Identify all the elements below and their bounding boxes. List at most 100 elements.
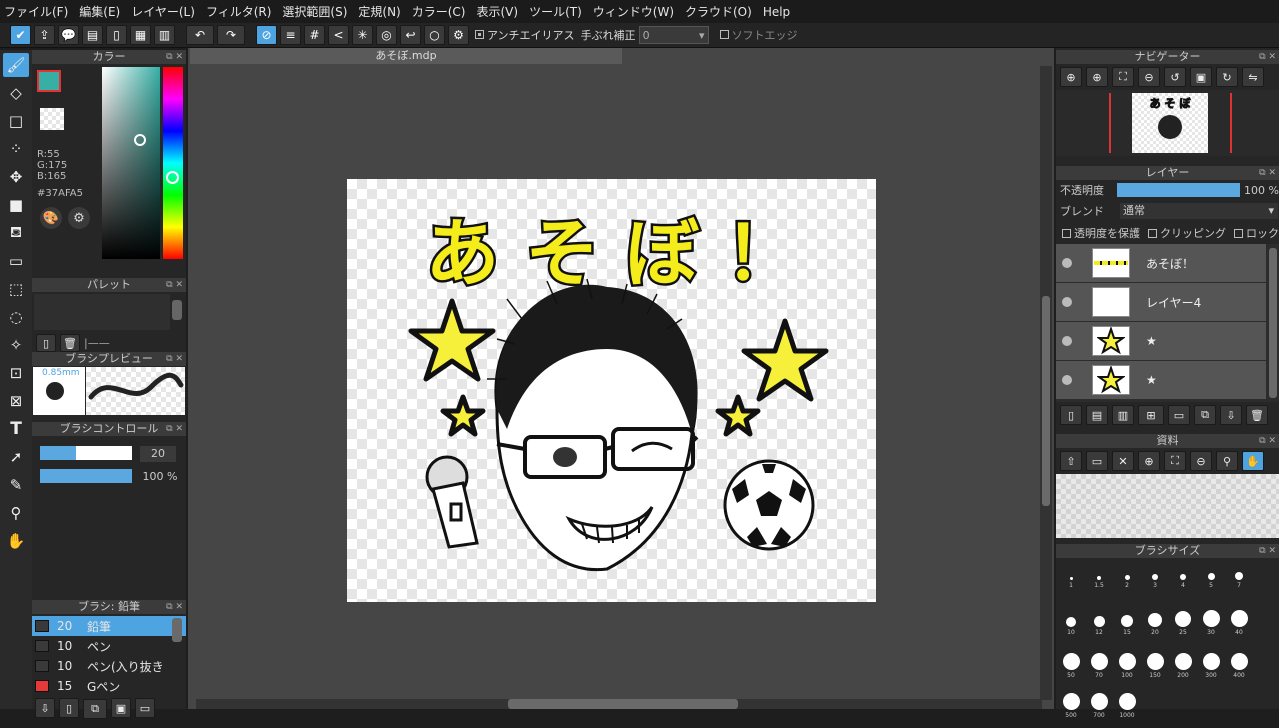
menu-ruler[interactable]: 定規(N) [358, 3, 400, 20]
text-tool-icon[interactable]: T [3, 417, 29, 441]
delete-layer-icon[interactable]: 🗑 [1246, 405, 1268, 425]
brush-size-option[interactable]: 20 [1142, 605, 1168, 643]
canvas-horizontal-scrollbar[interactable] [196, 699, 1042, 709]
panel-close-icon[interactable]: ⧉ ✕ [1259, 50, 1276, 64]
new-brush-icon[interactable]: ▯ [59, 698, 79, 718]
zoom-out-icon[interactable]: ⊖ [1190, 451, 1212, 471]
move-tool-icon[interactable]: ✥ [3, 165, 29, 189]
menu-window[interactable]: ウィンドウ(W) [593, 3, 674, 20]
color-wheel-icon[interactable]: 🎨 [40, 207, 62, 229]
undo-icon[interactable]: ↶ [186, 25, 214, 45]
brush-size-slider[interactable] [40, 446, 132, 460]
snap-off-icon[interactable]: ⊘ [256, 25, 277, 45]
brush-size-option[interactable]: 30 [1198, 604, 1224, 642]
close-icon[interactable]: ✕ [1112, 451, 1134, 471]
eye-icon[interactable] [1062, 375, 1072, 385]
brush-settings-icon[interactable]: ▣ [111, 698, 131, 718]
dot-tool-icon[interactable]: ⁘ [3, 137, 29, 161]
menu-view[interactable]: 表示(V) [476, 3, 518, 20]
reset-view-icon[interactable]: ▣ [1190, 67, 1212, 87]
brush-size-option[interactable]: 12 [1086, 607, 1112, 645]
snap-radial-icon[interactable]: ✳ [352, 25, 373, 45]
hand-icon[interactable]: ✋ [1242, 451, 1264, 471]
brush-size-option[interactable]: 3 [1142, 562, 1168, 600]
layer-row[interactable]: レイヤー4 [1056, 283, 1266, 322]
eye-icon[interactable] [1062, 336, 1072, 346]
snap-grid-icon[interactable]: # [304, 25, 325, 45]
zoom-in-icon[interactable]: ⊕ [1086, 67, 1108, 87]
brush-size-option[interactable]: 4 [1170, 562, 1196, 600]
menu-filter[interactable]: フィルタ(R) [206, 3, 271, 20]
brush-size-option[interactable]: 70 [1086, 647, 1112, 685]
duplicate-layer-icon[interactable]: ⧉ [1194, 405, 1216, 425]
document-tab[interactable]: あそぼ.mdp [190, 48, 622, 64]
brush-size-option[interactable]: 200 [1170, 647, 1196, 685]
softedge-checkbox[interactable]: ソフトエッジ [719, 27, 798, 43]
layout-icon[interactable]: ▥ [154, 25, 175, 45]
comment-icon[interactable]: ▤ [82, 25, 103, 45]
add-layer-menu-icon[interactable]: ⊞ [1138, 405, 1164, 425]
menu-help[interactable]: Help [763, 5, 790, 19]
brush-size-option[interactable]: 300 [1198, 647, 1224, 685]
color-settings-icon[interactable]: ⚙ [68, 207, 90, 229]
operation-tool-icon[interactable]: ➚ [3, 445, 29, 469]
cloud-download-icon[interactable]: ⇩ [35, 698, 55, 718]
hue-cursor[interactable] [166, 171, 179, 184]
layer-row[interactable]: ★ [1056, 322, 1266, 361]
snap-perspective-icon[interactable]: < [328, 25, 349, 45]
brush-list-item[interactable]: 10 ペン(入り抜き [32, 656, 186, 676]
menu-select[interactable]: 選択範囲(S) [282, 3, 347, 20]
share-icon[interactable]: ⇪ [34, 25, 55, 45]
cloud-check-icon[interactable]: ✔ [10, 25, 31, 45]
snap-ellipse-icon[interactable]: ○ [424, 25, 445, 45]
brush-opacity-slider[interactable] [40, 469, 132, 483]
brush-size-option[interactable]: 150 [1142, 647, 1168, 685]
menu-edit[interactable]: 編集(E) [79, 3, 120, 20]
cloud-upload-icon[interactable]: ⇧ [1060, 451, 1082, 471]
brush-size-option[interactable]: 25 [1170, 604, 1196, 642]
panel-layout-icon[interactable]: ▦ [130, 25, 151, 45]
eyedropper-icon[interactable]: ⚲ [1216, 451, 1238, 471]
hand-tool-icon[interactable]: ✋ [3, 529, 29, 553]
brush-size-option[interactable]: 15 [1114, 606, 1140, 644]
brush-size-input[interactable]: 20 [140, 446, 176, 462]
navigator-preview[interactable]: あ そ ぼ [1056, 90, 1279, 156]
panel-close-icon[interactable]: ⧉ ✕ [1259, 434, 1276, 448]
layer-blend-select[interactable]: 通常 ▾ [1120, 203, 1278, 219]
panel-close-icon[interactable]: ⧉ ✕ [166, 600, 183, 614]
brush-size-option[interactable]: 2 [1114, 563, 1140, 601]
material-view[interactable] [1056, 474, 1279, 538]
snap-curve-icon[interactable]: ↩ [400, 25, 421, 45]
rect-tool-icon[interactable]: □ [3, 109, 29, 133]
merge-layer-icon[interactable]: ⇩ [1220, 405, 1242, 425]
menu-cloud[interactable]: クラウド(O) [685, 3, 752, 20]
rotate-right-icon[interactable]: ↻ [1216, 67, 1238, 87]
eye-icon[interactable] [1062, 258, 1072, 268]
eye-icon[interactable] [1062, 297, 1072, 307]
brush-list-scrollbar[interactable] [172, 618, 182, 642]
rotate-left-icon[interactable]: ↺ [1164, 67, 1186, 87]
layer-row[interactable]: ★ [1056, 361, 1266, 400]
magic-wand-tool-icon[interactable]: ✧ [3, 333, 29, 357]
eraser-tool-icon[interactable]: ◇ [3, 81, 29, 105]
panel-close-icon[interactable]: ⧉ ✕ [1259, 166, 1276, 180]
new-palette-icon[interactable]: ▯ [36, 334, 56, 352]
sv-cursor[interactable] [134, 134, 146, 146]
stabilizer-select[interactable]: 0 ▾ [638, 26, 709, 44]
menu-layer[interactable]: レイヤー(L) [131, 3, 195, 20]
layer-row[interactable]: あそぼ！ [1056, 244, 1266, 283]
brush-list-item[interactable]: 20鉛筆⚙ [32, 616, 186, 636]
gradient-tool-icon[interactable]: ▭ [3, 249, 29, 273]
palette-area[interactable] [34, 294, 170, 330]
eyedropper-tool-icon[interactable]: ⚲ [3, 501, 29, 525]
menu-color[interactable]: カラー(C) [412, 3, 466, 20]
layer-folder-icon[interactable]: ▭ [1168, 405, 1190, 425]
canvas-vertical-scrollbar[interactable] [1040, 66, 1052, 700]
brush-size-option[interactable]: 700 [1086, 687, 1112, 725]
new-layer-1bit-icon[interactable]: ▥ [1112, 405, 1134, 425]
layer-opacity-slider[interactable] [1116, 183, 1241, 197]
select-rect-tool-icon[interactable]: ⬚ [3, 277, 29, 301]
snap-parallel-icon[interactable]: ≡ [280, 25, 301, 45]
menu-tool[interactable]: ツール(T) [529, 3, 582, 20]
speech-bubble-icon[interactable]: 💬 [58, 25, 79, 45]
